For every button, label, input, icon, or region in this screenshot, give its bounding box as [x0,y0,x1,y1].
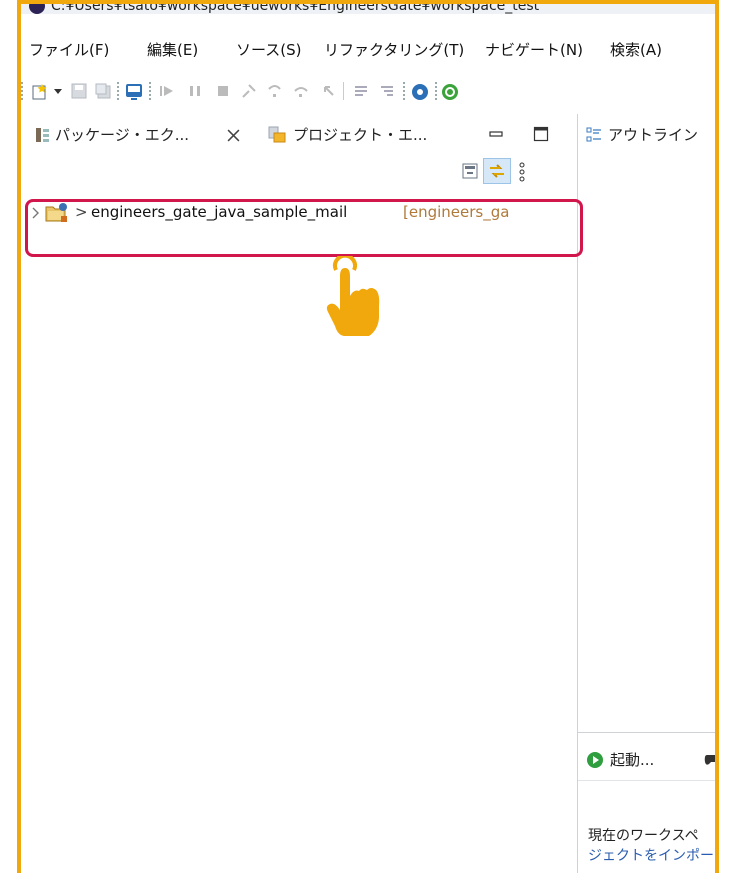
tab-package-explorer[interactable]: パッケージ・エク... [55,124,189,145]
launch-icon [587,752,603,768]
menu-edit[interactable]: 編集(E) [147,39,198,60]
menu-search[interactable]: 検索(A) [610,39,662,60]
eclipse-window: C:¥Users¥tsato¥workspace¥ueworks¥Enginee… [17,0,719,873]
menu-navigate[interactable]: ナビゲート(N) [485,39,583,60]
menu-refactor[interactable]: リファクタリング(T) [324,39,464,60]
new-file-icon[interactable] [31,83,49,101]
tab-launch[interactable]: 起動... [610,749,654,770]
toolbar-grip-icon [21,82,23,100]
resume-icon[interactable] [159,83,175,99]
tap-hand-icon [326,256,380,336]
left-panel-tab-row: パッケージ・エク... プロジェクト・エ... [21,114,577,154]
eclipse-logo-icon [29,4,45,14]
step-return-icon[interactable] [319,83,335,99]
package-explorer-icon [36,128,49,142]
tab-outline[interactable]: アウトライン [608,124,698,145]
collapse-all-icon[interactable] [461,162,479,180]
outline-icon [586,127,601,142]
vertical-dots-icon[interactable] [517,161,527,183]
suspend-icon[interactable] [187,83,203,99]
terminate-icon[interactable] [215,83,231,99]
step-over-icon[interactable] [293,83,309,99]
close-icon[interactable] [227,129,240,142]
link-with-editor-toggle[interactable] [483,158,511,184]
highlight-box [25,199,583,257]
toolbar-separator [403,82,405,100]
link-with-editor-icon [490,164,504,178]
menu-bar: ファイル(F) 編集(E) ソース(S) リファクタリング(T) ナビゲート(N… [21,28,715,68]
toolbar-separator [435,82,437,100]
main-toolbar [21,68,715,114]
view-toolbar [21,158,577,186]
menu-file[interactable]: ファイル(F) [29,39,109,60]
launch-panel-content: 現在のワークスペ ジェクトをインポー [578,780,715,873]
project-explorer-icon [268,126,286,143]
toolbar-separator [343,82,344,100]
debug-config-icon[interactable] [411,83,429,101]
import-project-link[interactable]: ジェクトをインポー [588,845,714,865]
save-icon[interactable] [71,83,87,99]
toolbar-separator [149,82,151,100]
gamepad-icon[interactable] [704,752,719,768]
launch-panel-tabs: 起動... [578,732,715,781]
window-title: C:¥Users¥tsato¥workspace¥ueworks¥Enginee… [51,0,540,14]
save-all-icon[interactable] [95,83,111,99]
run-icon[interactable] [441,83,459,101]
dropdown-arrow-icon[interactable] [53,83,63,99]
toolbar-separator [117,82,119,100]
drop-to-frame-icon[interactable] [353,83,369,99]
disconnect-icon[interactable] [241,83,257,99]
use-step-filters-icon[interactable] [379,83,395,99]
menu-source[interactable]: ソース(S) [236,39,301,60]
launch-panel-message: 現在のワークスペ [588,828,699,844]
terminal-icon[interactable] [125,83,143,101]
title-bar: C:¥Users¥tsato¥workspace¥ueworks¥Enginee… [21,0,715,14]
maximize-icon[interactable] [533,126,549,142]
tab-project-explorer[interactable]: プロジェクト・エ... [293,124,427,145]
step-into-icon[interactable] [267,83,283,99]
minimize-icon[interactable] [489,127,503,141]
